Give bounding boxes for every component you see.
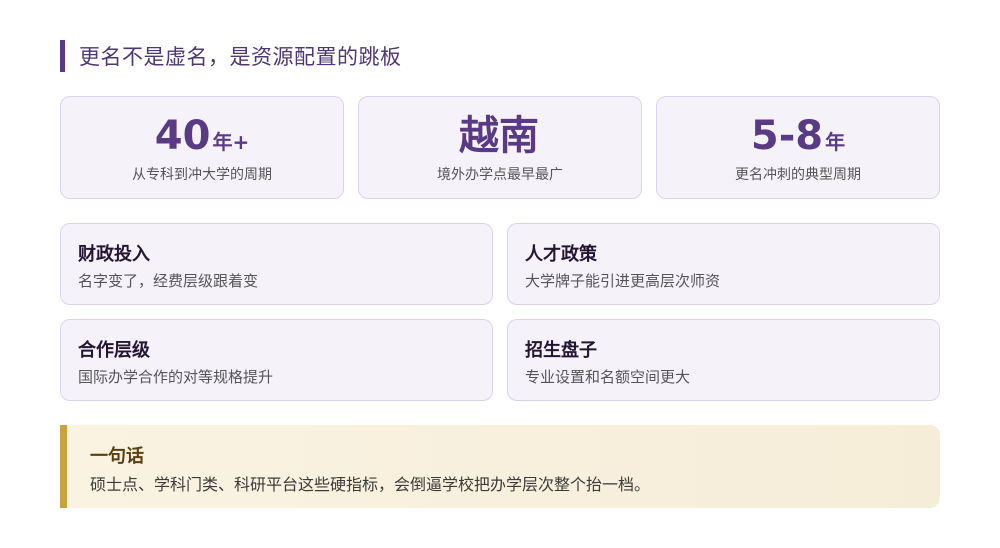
feature-card-enrollment: 招生盘子 专业设置和名额空间更大: [507, 319, 940, 401]
stat-main: 越南: [359, 113, 641, 159]
feature-desc: 专业设置和名额空间更大: [525, 368, 691, 386]
stat-caption: 从专科到冲大学的周期: [132, 167, 272, 183]
stat-value: 5-8: [750, 113, 824, 159]
feature-desc: 国际办学合作的对等规格提升: [78, 368, 274, 386]
stat-unit: 年: [825, 130, 846, 154]
summary-box: 一句话 硕士点、学科门类、科研平台这些硬指标，会倒逼学校把办学层次整个抬一档。: [60, 425, 940, 508]
feature-title: 招生盘子: [525, 340, 597, 361]
stat-card-cycle: 40 年+ 从专科到冲大学的周期: [60, 96, 344, 199]
feature-desc: 大学牌子能引进更高层次师资: [525, 272, 721, 290]
stat-value: 40: [154, 113, 211, 159]
stat-main: 5-8 年: [657, 113, 939, 159]
stat-card-sprint: 5-8 年 更名冲刺的典型周期: [656, 96, 940, 199]
stat-value: 越南: [459, 113, 539, 159]
stat-unit: 年+: [212, 130, 250, 154]
stat-card-vietnam: 越南 境外办学点最早最广: [358, 96, 642, 199]
stat-caption: 境外办学点最早最广: [437, 167, 563, 183]
stat-caption: 更名冲刺的典型周期: [735, 167, 861, 183]
feature-card-finance: 财政投入 名字变了，经费层级跟着变: [60, 223, 493, 305]
slide-page: 更名不是虚名，是资源配置的跳板 40 年+ 从专科到冲大学的周期 越南 境外办学…: [0, 0, 1000, 548]
title-accent-bar: [60, 40, 65, 72]
page-title-row: 更名不是虚名，是资源配置的跳板: [60, 40, 402, 72]
feature-card-cooperation: 合作层级 国际办学合作的对等规格提升: [60, 319, 493, 401]
summary-text: 硕士点、学科门类、科研平台这些硬指标，会倒逼学校把办学层次整个抬一档。: [90, 475, 651, 494]
feature-card-talent: 人才政策 大学牌子能引进更高层次师资: [507, 223, 940, 305]
stat-main: 40 年+: [61, 113, 343, 159]
feature-title: 财政投入: [78, 244, 150, 265]
page-title: 更名不是虚名，是资源配置的跳板: [79, 45, 402, 69]
feature-title: 人才政策: [525, 244, 597, 265]
feature-desc: 名字变了，经费层级跟着变: [78, 272, 259, 290]
feature-title: 合作层级: [78, 340, 150, 361]
summary-title: 一句话: [90, 446, 144, 467]
